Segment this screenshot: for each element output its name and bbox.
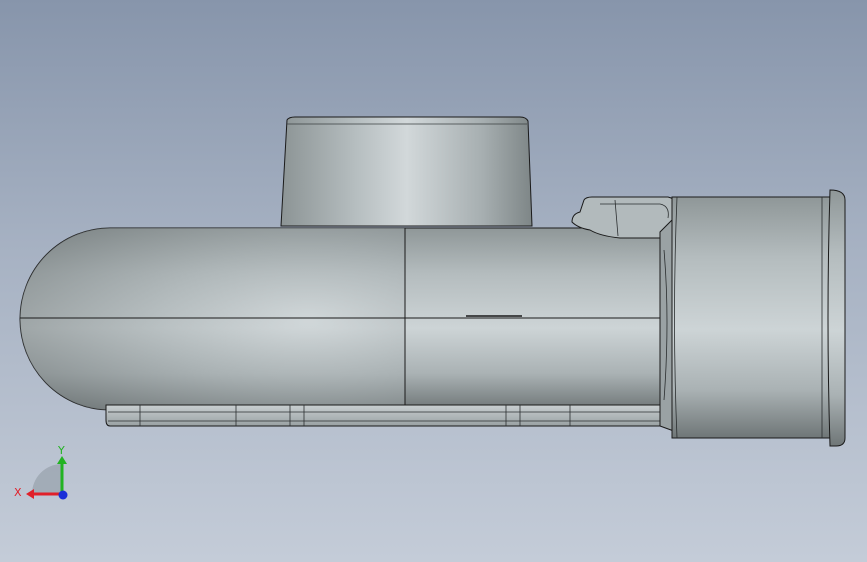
end-socket [671, 189, 846, 447]
cad-part-model[interactable] [0, 0, 867, 562]
main-tube-body [19, 227, 671, 411]
triad-plane-icon [32, 464, 62, 494]
coordinate-triad: Y X [14, 444, 68, 500]
y-axis-label: Y [57, 444, 65, 457]
top-boss [280, 116, 533, 227]
bottom-flange [105, 404, 671, 427]
z-axis-icon [58, 490, 68, 500]
graphics-viewport[interactable]: Y X [0, 0, 867, 562]
x-axis-label: X [14, 486, 22, 499]
